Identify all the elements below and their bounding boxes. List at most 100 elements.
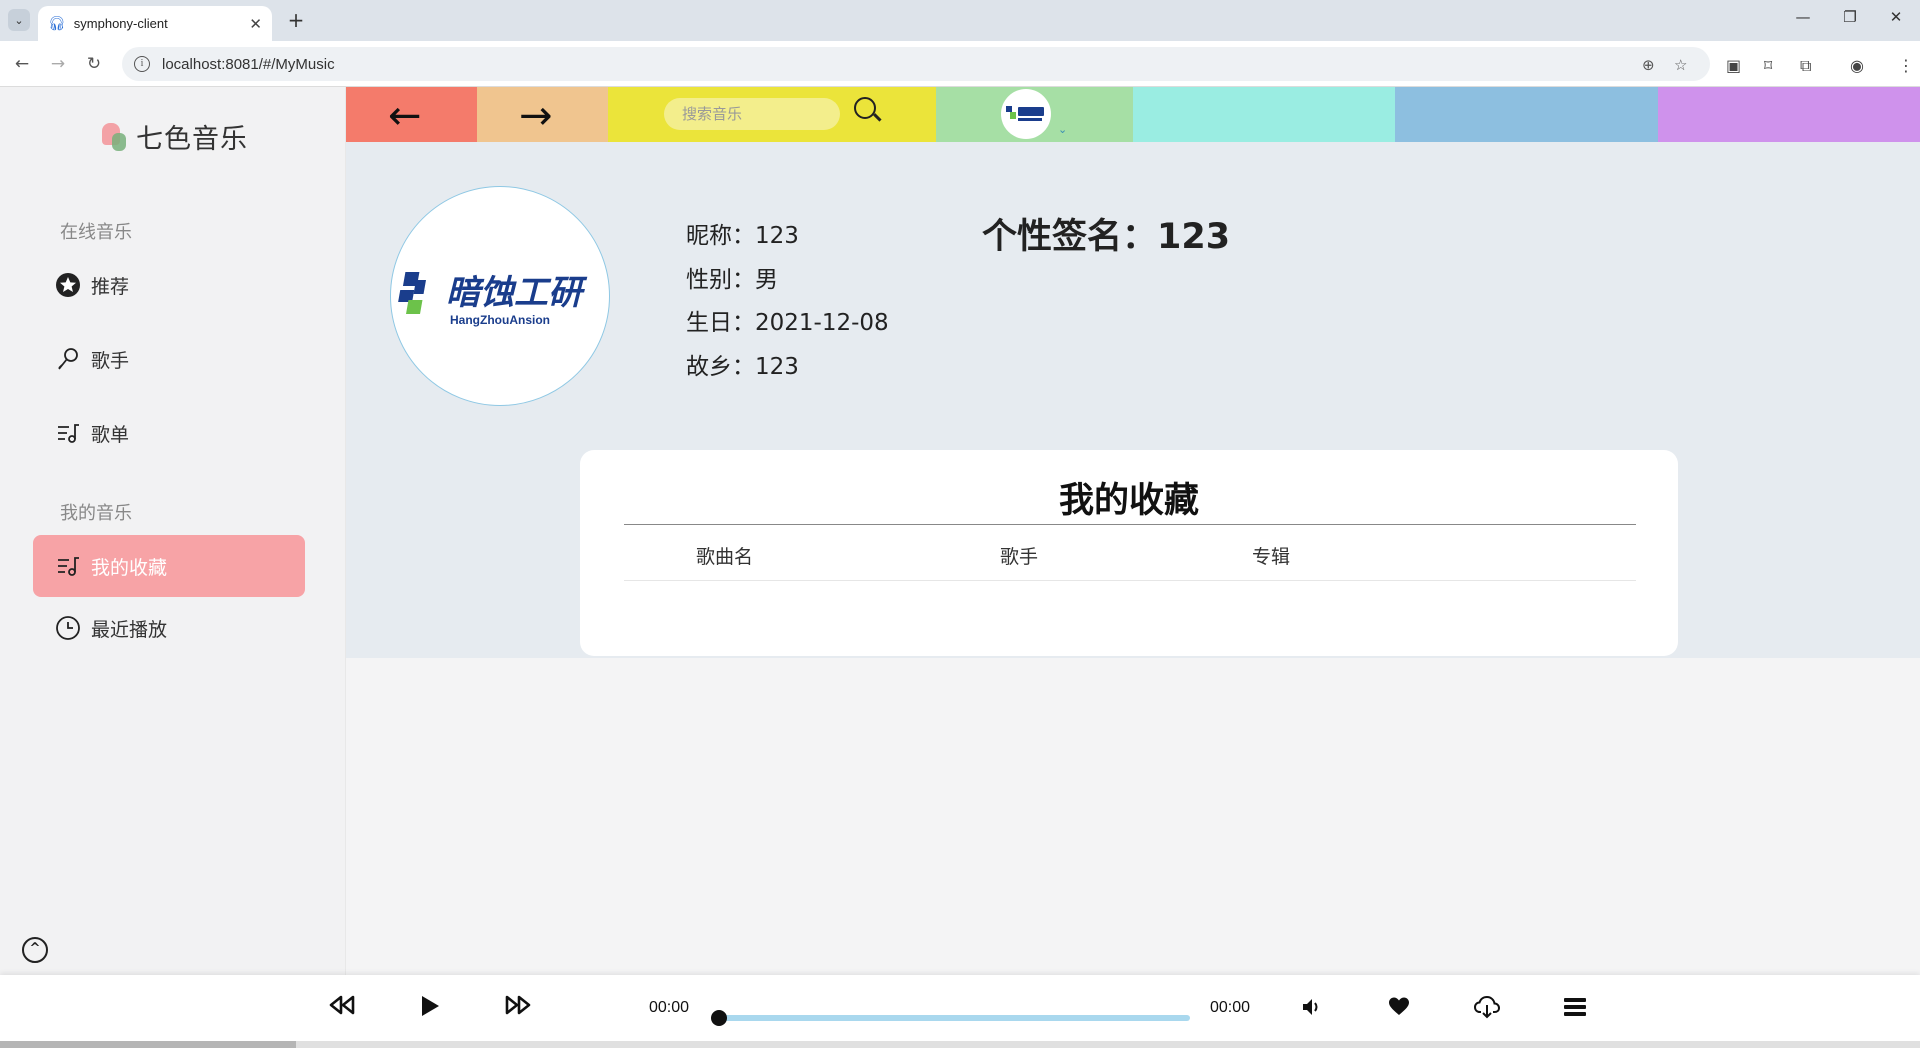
divider	[624, 524, 1636, 525]
sidebar-item-playlist[interactable]: 歌单	[33, 402, 305, 464]
microphone-icon	[55, 346, 81, 372]
forward-arrow-icon[interactable]: →	[519, 93, 553, 139]
fast-forward-icon[interactable]	[504, 993, 532, 1024]
table-divider	[624, 580, 1636, 581]
clock-icon	[55, 615, 81, 641]
app-logo: 七色音乐	[100, 117, 248, 156]
column-header-singer[interactable]: 歌手	[1000, 542, 1038, 569]
profile-avatar: 暗蚀工研 HangZhouAnsion	[390, 186, 610, 406]
player-bar: 00:00 00:00	[0, 975, 1920, 1041]
scrollbar-thumb[interactable]	[0, 1041, 296, 1048]
color-block-cyan	[1133, 87, 1395, 142]
tab-close-icon[interactable]: ✕	[249, 15, 262, 33]
chevron-down-icon[interactable]: ⌄	[1058, 123, 1067, 136]
color-block-blue	[1395, 87, 1658, 142]
puzzle-extensions-icon[interactable]: ⧉	[1800, 56, 1811, 76]
reload-icon[interactable]: ↻	[81, 51, 107, 77]
nickname-row: 昵称：123	[686, 216, 799, 250]
volume-icon[interactable]	[1300, 995, 1322, 1025]
scroll-to-top-icon[interactable]: ^	[22, 937, 48, 963]
sidebar-item-recommend[interactable]: 推荐	[33, 254, 305, 316]
column-header-album[interactable]: 专辑	[1252, 542, 1290, 569]
address-bar[interactable]: i localhost:8081/#/MyMusic ⊕ ☆	[122, 47, 1710, 81]
music-logo-icon	[100, 121, 130, 153]
gender-row: 性别：男	[686, 260, 778, 294]
sidebar-item-favorites[interactable]: 我的收藏	[33, 535, 305, 597]
browser-tab[interactable]: 🎧︎ symphony-client ✕	[38, 6, 272, 41]
birthday-value: 2021-12-08	[755, 310, 889, 336]
tab-search-chevron-icon[interactable]: ⌄	[8, 9, 30, 31]
signature: 个性签名：123	[982, 208, 1230, 259]
sidebar-item-label: 我的收藏	[91, 556, 168, 579]
minimize-button[interactable]: —	[1791, 8, 1815, 26]
hometown-value: 123	[755, 354, 799, 380]
sidebar-item-label: 歌单	[91, 423, 130, 446]
sidebar-item-label: 推荐	[91, 275, 130, 298]
search-icon[interactable]	[854, 97, 876, 119]
playlist-icon	[55, 420, 81, 446]
sidebar-item-recent[interactable]: 最近播放	[33, 597, 305, 659]
headphones-icon: 🎧︎	[48, 15, 66, 32]
bookmark-star-icon[interactable]: ☆	[1674, 56, 1687, 74]
color-header: ← → 搜索音乐 ⌄	[346, 87, 1920, 142]
current-time: 00:00	[649, 999, 690, 1016]
back-arrow-icon[interactable]: ←	[388, 93, 422, 139]
ansion-logo-icon: 暗蚀工研 HangZhouAnsion	[398, 272, 588, 327]
address-url: localhost:8081/#/MyMusic	[162, 55, 335, 73]
birthday-label: 生日：	[686, 310, 755, 336]
sidebar-item-label: 最近播放	[91, 618, 168, 641]
nickname-value: 123	[755, 223, 799, 249]
profile-avatar-icon[interactable]: ◉	[1850, 56, 1864, 75]
extension-icon[interactable]: ▣	[1726, 56, 1741, 75]
section-online-music: 在线音乐	[60, 222, 132, 243]
play-icon[interactable]	[418, 993, 442, 1026]
cloud-download-icon[interactable]	[1473, 995, 1501, 1026]
search-block: 搜索音乐	[608, 87, 936, 142]
sidebar-item-label: 歌手	[91, 349, 130, 372]
gender-label: 性别：	[686, 267, 755, 293]
heart-icon[interactable]	[1388, 995, 1410, 1025]
birthday-row: 生日：2021-12-08	[686, 303, 889, 337]
progress-knob[interactable]	[711, 1010, 727, 1026]
avatar-logo-sub: HangZhouAnsion	[450, 313, 550, 327]
section-my-music: 我的音乐	[60, 503, 132, 524]
zoom-icon[interactable]: ⊕	[1642, 56, 1655, 74]
header-avatar[interactable]	[1001, 89, 1051, 139]
favorites-card: 我的收藏 歌曲名 歌手 专辑	[580, 450, 1678, 656]
playlist-menu-icon[interactable]	[1564, 995, 1586, 1025]
profile-section: 暗蚀工研 HangZhouAnsion 昵称：123 性别：男 生日：2021-…	[346, 142, 1920, 658]
search-input[interactable]: 搜索音乐	[664, 98, 840, 130]
total-time: 00:00	[1210, 999, 1251, 1016]
favorites-title: 我的收藏	[1058, 481, 1199, 521]
signature-label: 个性签名：	[982, 217, 1158, 257]
color-block-purple	[1658, 87, 1920, 142]
sidebar-item-singer[interactable]: 歌手	[33, 328, 305, 390]
signature-value: 123	[1157, 217, 1231, 257]
user-block: ⌄	[936, 87, 1133, 142]
restore-button[interactable]: ❐	[1838, 8, 1862, 26]
site-info-icon[interactable]: i	[134, 56, 150, 72]
close-window-button[interactable]: ✕	[1884, 8, 1908, 26]
back-block[interactable]: ←	[346, 87, 477, 142]
playlist-icon	[55, 553, 81, 579]
browser-tabstrip: ⌄ 🎧︎ symphony-client ✕ + — ❐ ✕	[0, 0, 1920, 41]
hometown-label: 故乡：	[686, 354, 755, 380]
avatar-logo-text: 暗蚀工研	[446, 273, 588, 313]
horizontal-scrollbar[interactable]	[0, 1041, 1920, 1048]
nickname-label: 昵称：	[686, 223, 755, 249]
tab-title: symphony-client	[73, 16, 168, 31]
forward-block[interactable]: →	[477, 87, 608, 142]
column-header-song[interactable]: 歌曲名	[696, 542, 753, 569]
progress-bar[interactable]	[711, 1010, 1190, 1026]
forward-icon[interactable]: →	[45, 51, 71, 77]
new-tab-button[interactable]: +	[284, 9, 308, 33]
app-sidebar: 七色音乐 在线音乐 推荐 歌手 歌单 我的音乐 我的收藏 最近播放 ^	[0, 87, 346, 975]
hometown-row: 故乡：123	[686, 347, 799, 381]
browser-toolbar: ← → ↻ i localhost:8081/#/MyMusic ⊕ ☆	[0, 41, 1920, 87]
back-icon[interactable]: ←	[9, 51, 35, 77]
reading-list-icon[interactable]: ⌑	[1764, 56, 1772, 75]
browser-menu-icon[interactable]: ⋮	[1898, 56, 1914, 75]
rewind-icon[interactable]	[328, 993, 356, 1024]
star-icon	[55, 272, 81, 298]
gender-value: 男	[755, 267, 778, 293]
